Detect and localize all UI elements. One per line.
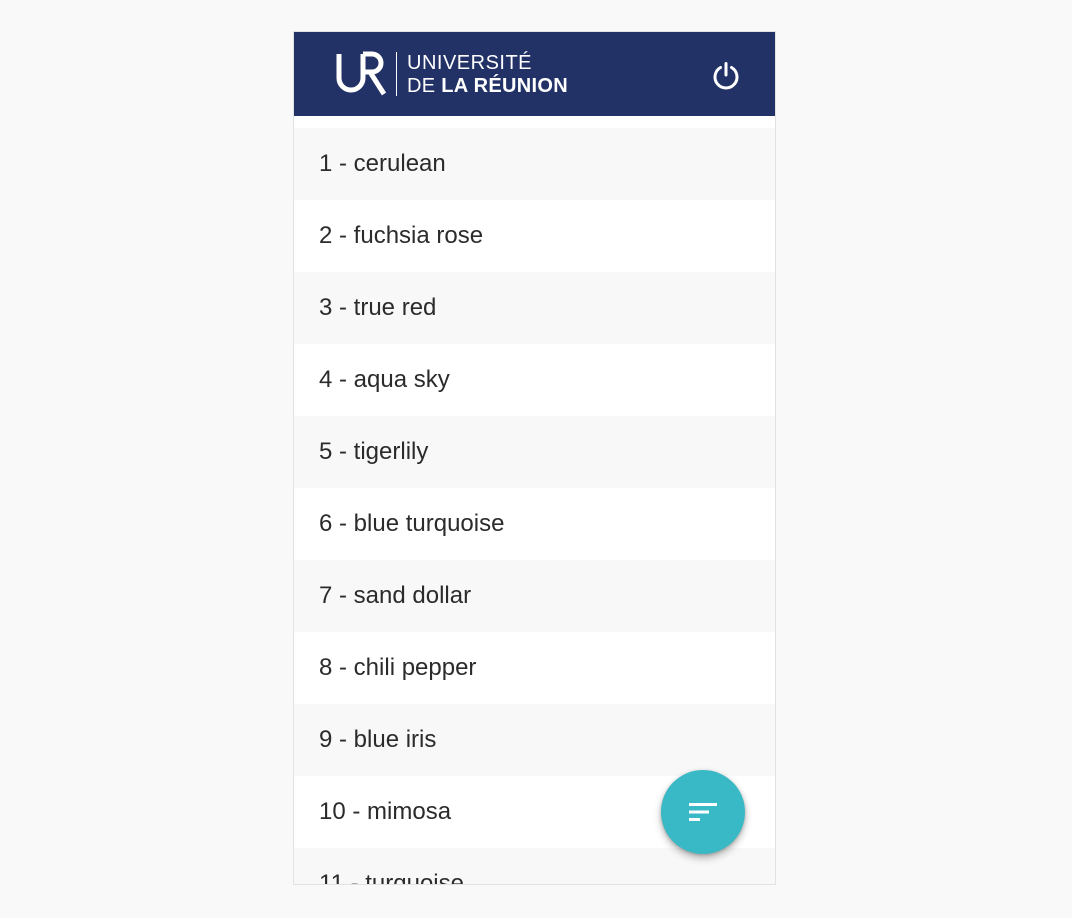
logo-divider — [396, 52, 397, 96]
list-item-label: 4 - aqua sky — [319, 366, 450, 393]
power-icon — [713, 62, 739, 90]
list-item[interactable]: 2 - fuchsia rose — [294, 200, 775, 272]
logout-button[interactable] — [706, 56, 746, 96]
list-item[interactable]: 7 - sand dollar — [294, 560, 775, 632]
list-item-label: 2 - fuchsia rose — [319, 222, 484, 249]
list-item[interactable]: 9 - blue iris — [294, 704, 775, 776]
ur-logo-mark — [336, 51, 387, 96]
logo-line2-prefix: DE — [407, 74, 436, 97]
list-item[interactable]: 3 - true red — [294, 272, 775, 344]
filter-fab-button[interactable] — [661, 770, 745, 854]
logo-line2-bold: LA RÉUNION — [441, 74, 568, 97]
list-item[interactable]: 8 - chili pepper — [294, 632, 775, 704]
list-item[interactable]: 6 - blue turquoise — [294, 488, 775, 560]
list-item-label: 5 - tigerlily — [319, 438, 429, 465]
logo-line-universite: UNIVERSITÉ — [407, 51, 533, 74]
list-item[interactable]: 1 - cerulean — [294, 128, 775, 200]
list-item-label: 1 - cerulean — [319, 150, 446, 177]
list-item-label: 9 - blue iris — [319, 726, 437, 753]
list-item-label: 6 - blue turquoise — [319, 510, 505, 537]
logo-text: UNIVERSITÉ DE LA RÉUNION — [407, 53, 568, 96]
list-item-label: 10 - mimosa — [319, 798, 452, 825]
list-item[interactable]: 4 - aqua sky — [294, 344, 775, 416]
list-item-label: 8 - chili pepper — [319, 654, 477, 681]
app-header: UNIVERSITÉ DE LA RÉUNION — [294, 32, 775, 116]
filter-sort-icon — [689, 803, 717, 821]
list-item-label: 7 - sand dollar — [319, 582, 472, 609]
list-item-label: 11 - turquoise — [319, 870, 464, 884]
app-screen: UNIVERSITÉ DE LA RÉUNION 1 - cerulean 2 … — [294, 32, 775, 884]
list-item[interactable]: 5 - tigerlily — [294, 416, 775, 488]
logo-line-la-reunion: DE LA RÉUNION — [407, 76, 568, 96]
list-item-label: 3 - true red — [319, 294, 437, 321]
university-logo: UNIVERSITÉ DE LA RÉUNION — [336, 50, 568, 98]
